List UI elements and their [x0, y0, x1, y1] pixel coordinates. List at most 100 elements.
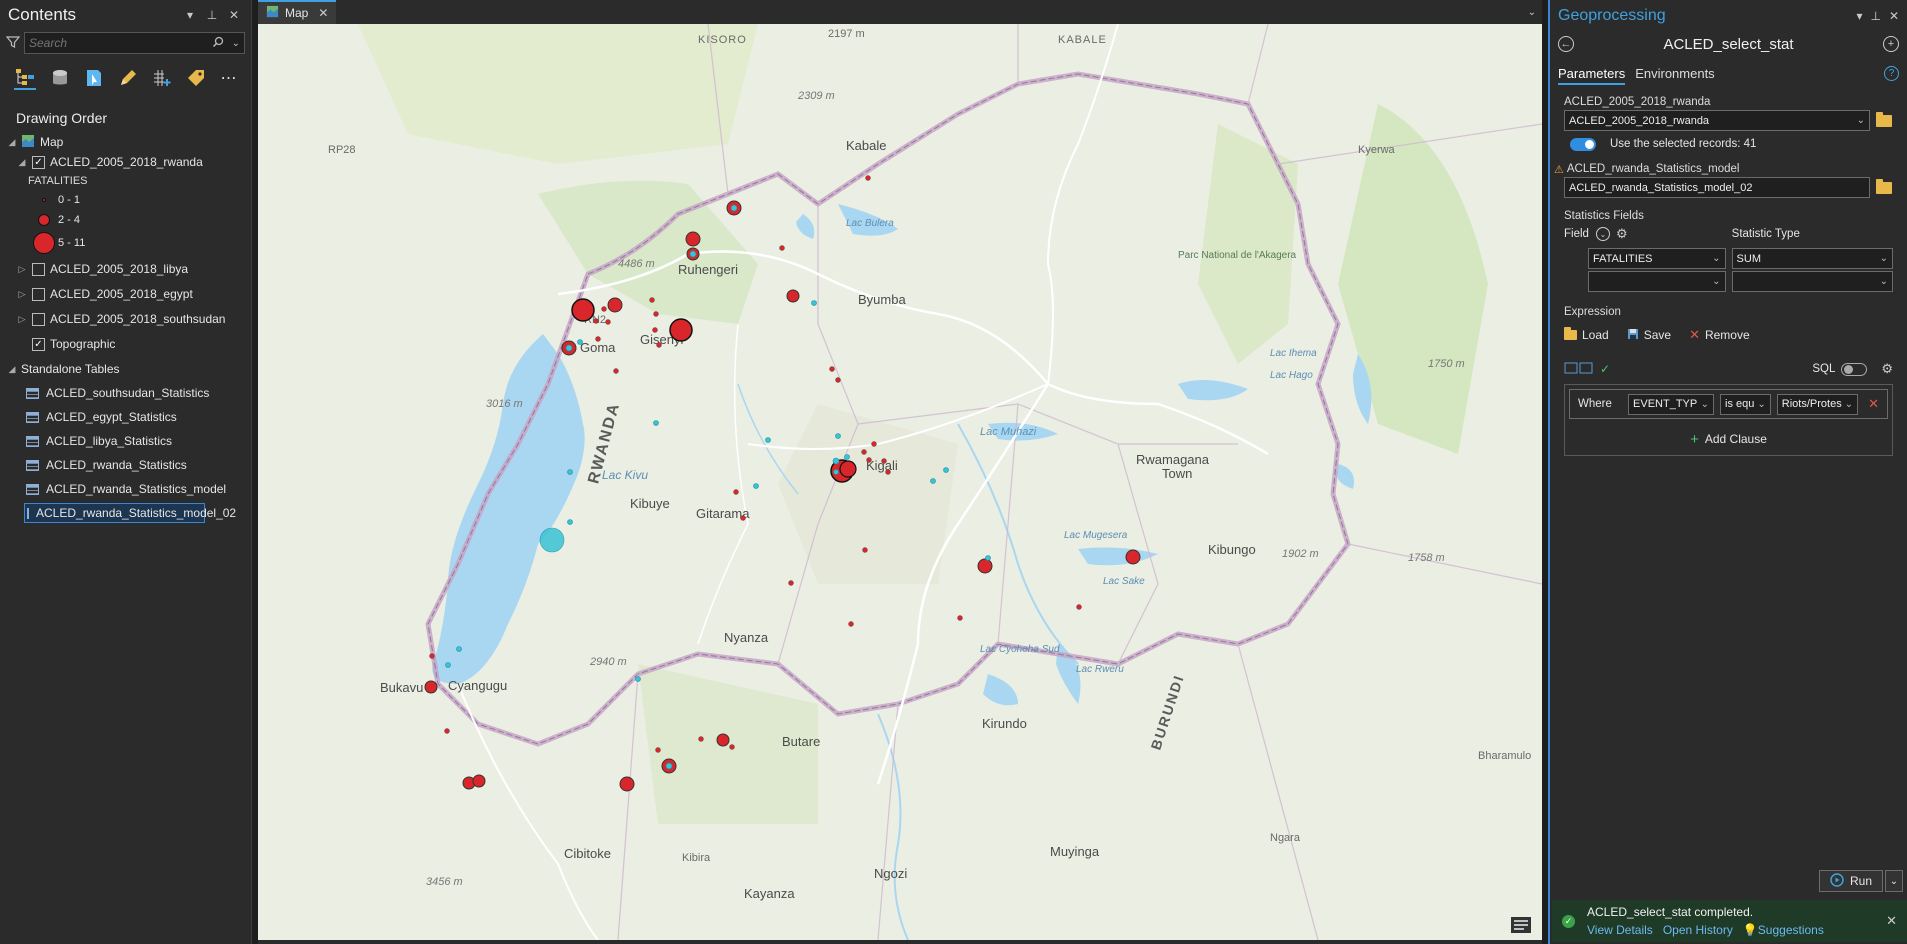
- layer-item-rwanda[interactable]: ◢ ✓ ACLED_2005_2018_rwanda: [0, 152, 251, 172]
- statistic-type-dropdown-empty[interactable]: ⌄: [1731, 271, 1893, 292]
- tab-map[interactable]: Map ✕: [258, 0, 337, 24]
- map-canvas[interactable]: 2197 m KISORO KABALE 2309 m Kabale Lac B…: [258, 24, 1542, 940]
- layer-label: ACLED_2005_2018_southsudan: [50, 312, 226, 326]
- table-item[interactable]: ACLED_egypt_Statistics: [0, 407, 251, 427]
- close-status-icon[interactable]: ✕: [1886, 913, 1897, 929]
- layer-item-southsudan[interactable]: ▷ ACLED_2005_2018_southsudan: [0, 309, 251, 329]
- table-icon: [26, 411, 39, 423]
- statistic-type-dropdown[interactable]: SUM ⌄: [1731, 248, 1893, 269]
- collapse-icon[interactable]: ◢: [16, 157, 28, 168]
- help-icon[interactable]: ?: [1884, 66, 1899, 81]
- layer-visibility-checkbox[interactable]: [32, 262, 45, 276]
- chevron-down-icon: ⌄: [1712, 253, 1721, 264]
- add-clause-button[interactable]: + Add Clause: [1565, 423, 1892, 455]
- pin-icon[interactable]: ⊥: [1870, 9, 1880, 23]
- field-dropdown-empty[interactable]: ⌄: [1588, 271, 1726, 292]
- expand-icon[interactable]: ▷: [16, 289, 28, 300]
- layer-item-topographic[interactable]: ✓ Topographic: [0, 334, 251, 354]
- legend-class-medium[interactable]: 2 - 4: [0, 210, 251, 230]
- open-history-link[interactable]: Open History: [1663, 923, 1733, 937]
- save-label: Save: [1643, 328, 1672, 342]
- map-icon: [266, 5, 279, 21]
- layer-label: ACLED_2005_2018_rwanda: [50, 155, 203, 169]
- table-item[interactable]: ACLED_libya_Statistics: [0, 431, 251, 451]
- clause-field-dropdown[interactable]: EVENT_TYPE ⌄: [1628, 393, 1715, 415]
- add-icon[interactable]: +: [1883, 36, 1899, 52]
- save-button[interactable]: Save: [1627, 328, 1671, 343]
- gear-icon[interactable]: ⚙: [1616, 226, 1628, 242]
- table-icon: [26, 483, 39, 495]
- legend-class-small[interactable]: 0 - 1: [0, 190, 251, 210]
- run-options-dropdown[interactable]: ⌄: [1885, 870, 1903, 892]
- view-details-link[interactable]: View Details: [1587, 923, 1653, 937]
- tree-item-map[interactable]: ◢ Map: [0, 132, 251, 152]
- geoprocessing-header: Geoprocessing ▾ ⊥ ✕: [1550, 0, 1907, 32]
- table-label: ACLED_egypt_Statistics: [46, 410, 177, 424]
- legend-class-large[interactable]: 5 - 11: [0, 230, 251, 256]
- remove-button[interactable]: ✕ Remove: [1689, 327, 1750, 343]
- layer-visibility-checkbox[interactable]: ✓: [32, 155, 45, 169]
- pane-options-icon[interactable]: ▾: [181, 8, 199, 22]
- map-notes-icon[interactable]: [1510, 916, 1532, 934]
- acled-points-layer[interactable]: [258, 24, 1542, 940]
- search-dropdown-icon[interactable]: ⌄: [232, 38, 240, 49]
- input-layer-dropdown[interactable]: ACLED_2005_2018_rwanda ⌄: [1564, 110, 1870, 131]
- back-icon[interactable]: ←: [1558, 36, 1574, 52]
- clause-mode-icon[interactable]: [1564, 362, 1594, 377]
- tab-environments[interactable]: Environments: [1635, 66, 1714, 83]
- filter-icon[interactable]: [5, 35, 21, 52]
- contents-search-box[interactable]: ⌄: [24, 32, 245, 54]
- add-clause-label: Add Clause: [1704, 432, 1767, 446]
- list-by-labeling-icon[interactable]: [186, 66, 206, 90]
- use-selected-records-row: Use the selected records: 41: [1564, 133, 1893, 155]
- layer-visibility-checkbox[interactable]: ✓: [32, 337, 45, 351]
- browse-folder-icon[interactable]: [1876, 111, 1892, 127]
- layer-visibility-checkbox[interactable]: [32, 287, 45, 301]
- clause-operator-dropdown[interactable]: is equ ⌄: [1720, 393, 1771, 415]
- list-by-editing-icon[interactable]: [118, 66, 138, 90]
- layer-item-egypt[interactable]: ▷ ACLED_2005_2018_egypt: [0, 284, 251, 304]
- pin-icon[interactable]: ⊥: [203, 8, 221, 22]
- tree-item-label: Map: [40, 135, 64, 149]
- collapse-icon[interactable]: ◢: [6, 137, 18, 148]
- list-by-drawing-order-icon[interactable]: [14, 66, 36, 90]
- list-by-source-icon[interactable]: [50, 66, 70, 90]
- use-selected-toggle[interactable]: [1570, 137, 1596, 151]
- validate-check-icon[interactable]: ✓: [1600, 362, 1610, 376]
- gear-icon[interactable]: ⚙: [1881, 361, 1893, 377]
- clause-value-dropdown[interactable]: Riots/Protes ⌄: [1776, 393, 1859, 415]
- search-input[interactable]: [29, 36, 212, 50]
- dropdown-value: ACLED_2005_2018_rwanda: [1569, 114, 1710, 127]
- output-table-input[interactable]: ACLED_rwanda_Statistics_model_02: [1564, 177, 1870, 198]
- table-item[interactable]: ACLED_southsudan_Statistics: [0, 383, 251, 403]
- tab-list-dropdown-icon[interactable]: ⌄: [1528, 7, 1536, 18]
- collapse-icon[interactable]: ◢: [6, 364, 18, 375]
- delete-clause-icon[interactable]: ✕: [1868, 396, 1879, 412]
- load-button[interactable]: Load: [1564, 327, 1609, 342]
- close-icon[interactable]: ✕: [1889, 9, 1899, 23]
- search-icon[interactable]: [212, 36, 224, 51]
- sql-toggle[interactable]: [1841, 362, 1868, 376]
- browse-folder-icon[interactable]: [1876, 178, 1892, 194]
- standalone-tables-group[interactable]: ◢ Standalone Tables: [0, 359, 251, 379]
- expand-icon[interactable]: ▷: [16, 264, 28, 275]
- tab-parameters[interactable]: Parameters: [1558, 66, 1626, 85]
- field-dropdown[interactable]: FATALITIES ⌄: [1588, 248, 1726, 269]
- layer-visibility-checkbox[interactable]: [32, 312, 45, 326]
- close-tab-icon[interactable]: ✕: [318, 6, 328, 20]
- expand-icon[interactable]: ▷: [16, 314, 28, 325]
- more-options-icon[interactable]: ⋯: [220, 66, 237, 90]
- suggestions-link[interactable]: 💡Suggestions: [1743, 923, 1824, 937]
- table-label: ACLED_southsudan_Statistics: [46, 386, 210, 400]
- pane-options-icon[interactable]: ▾: [1856, 9, 1862, 23]
- run-button[interactable]: Run: [1818, 870, 1883, 892]
- table-item[interactable]: ACLED_rwanda_Statistics_model: [0, 479, 251, 499]
- close-icon[interactable]: ✕: [225, 8, 243, 22]
- table-item[interactable]: ACLED_rwanda_Statistics: [0, 455, 251, 475]
- list-by-snapping-icon[interactable]: [152, 66, 172, 90]
- layer-item-libya[interactable]: ▷ ACLED_2005_2018_libya: [0, 259, 251, 279]
- add-many-dropdown-icon[interactable]: ⌄: [1596, 227, 1610, 241]
- chevron-down-icon: ⌄: [1844, 398, 1854, 410]
- table-item-selected[interactable]: ACLED_rwanda_Statistics_model_02: [24, 503, 236, 523]
- list-by-selection-icon[interactable]: [84, 66, 104, 90]
